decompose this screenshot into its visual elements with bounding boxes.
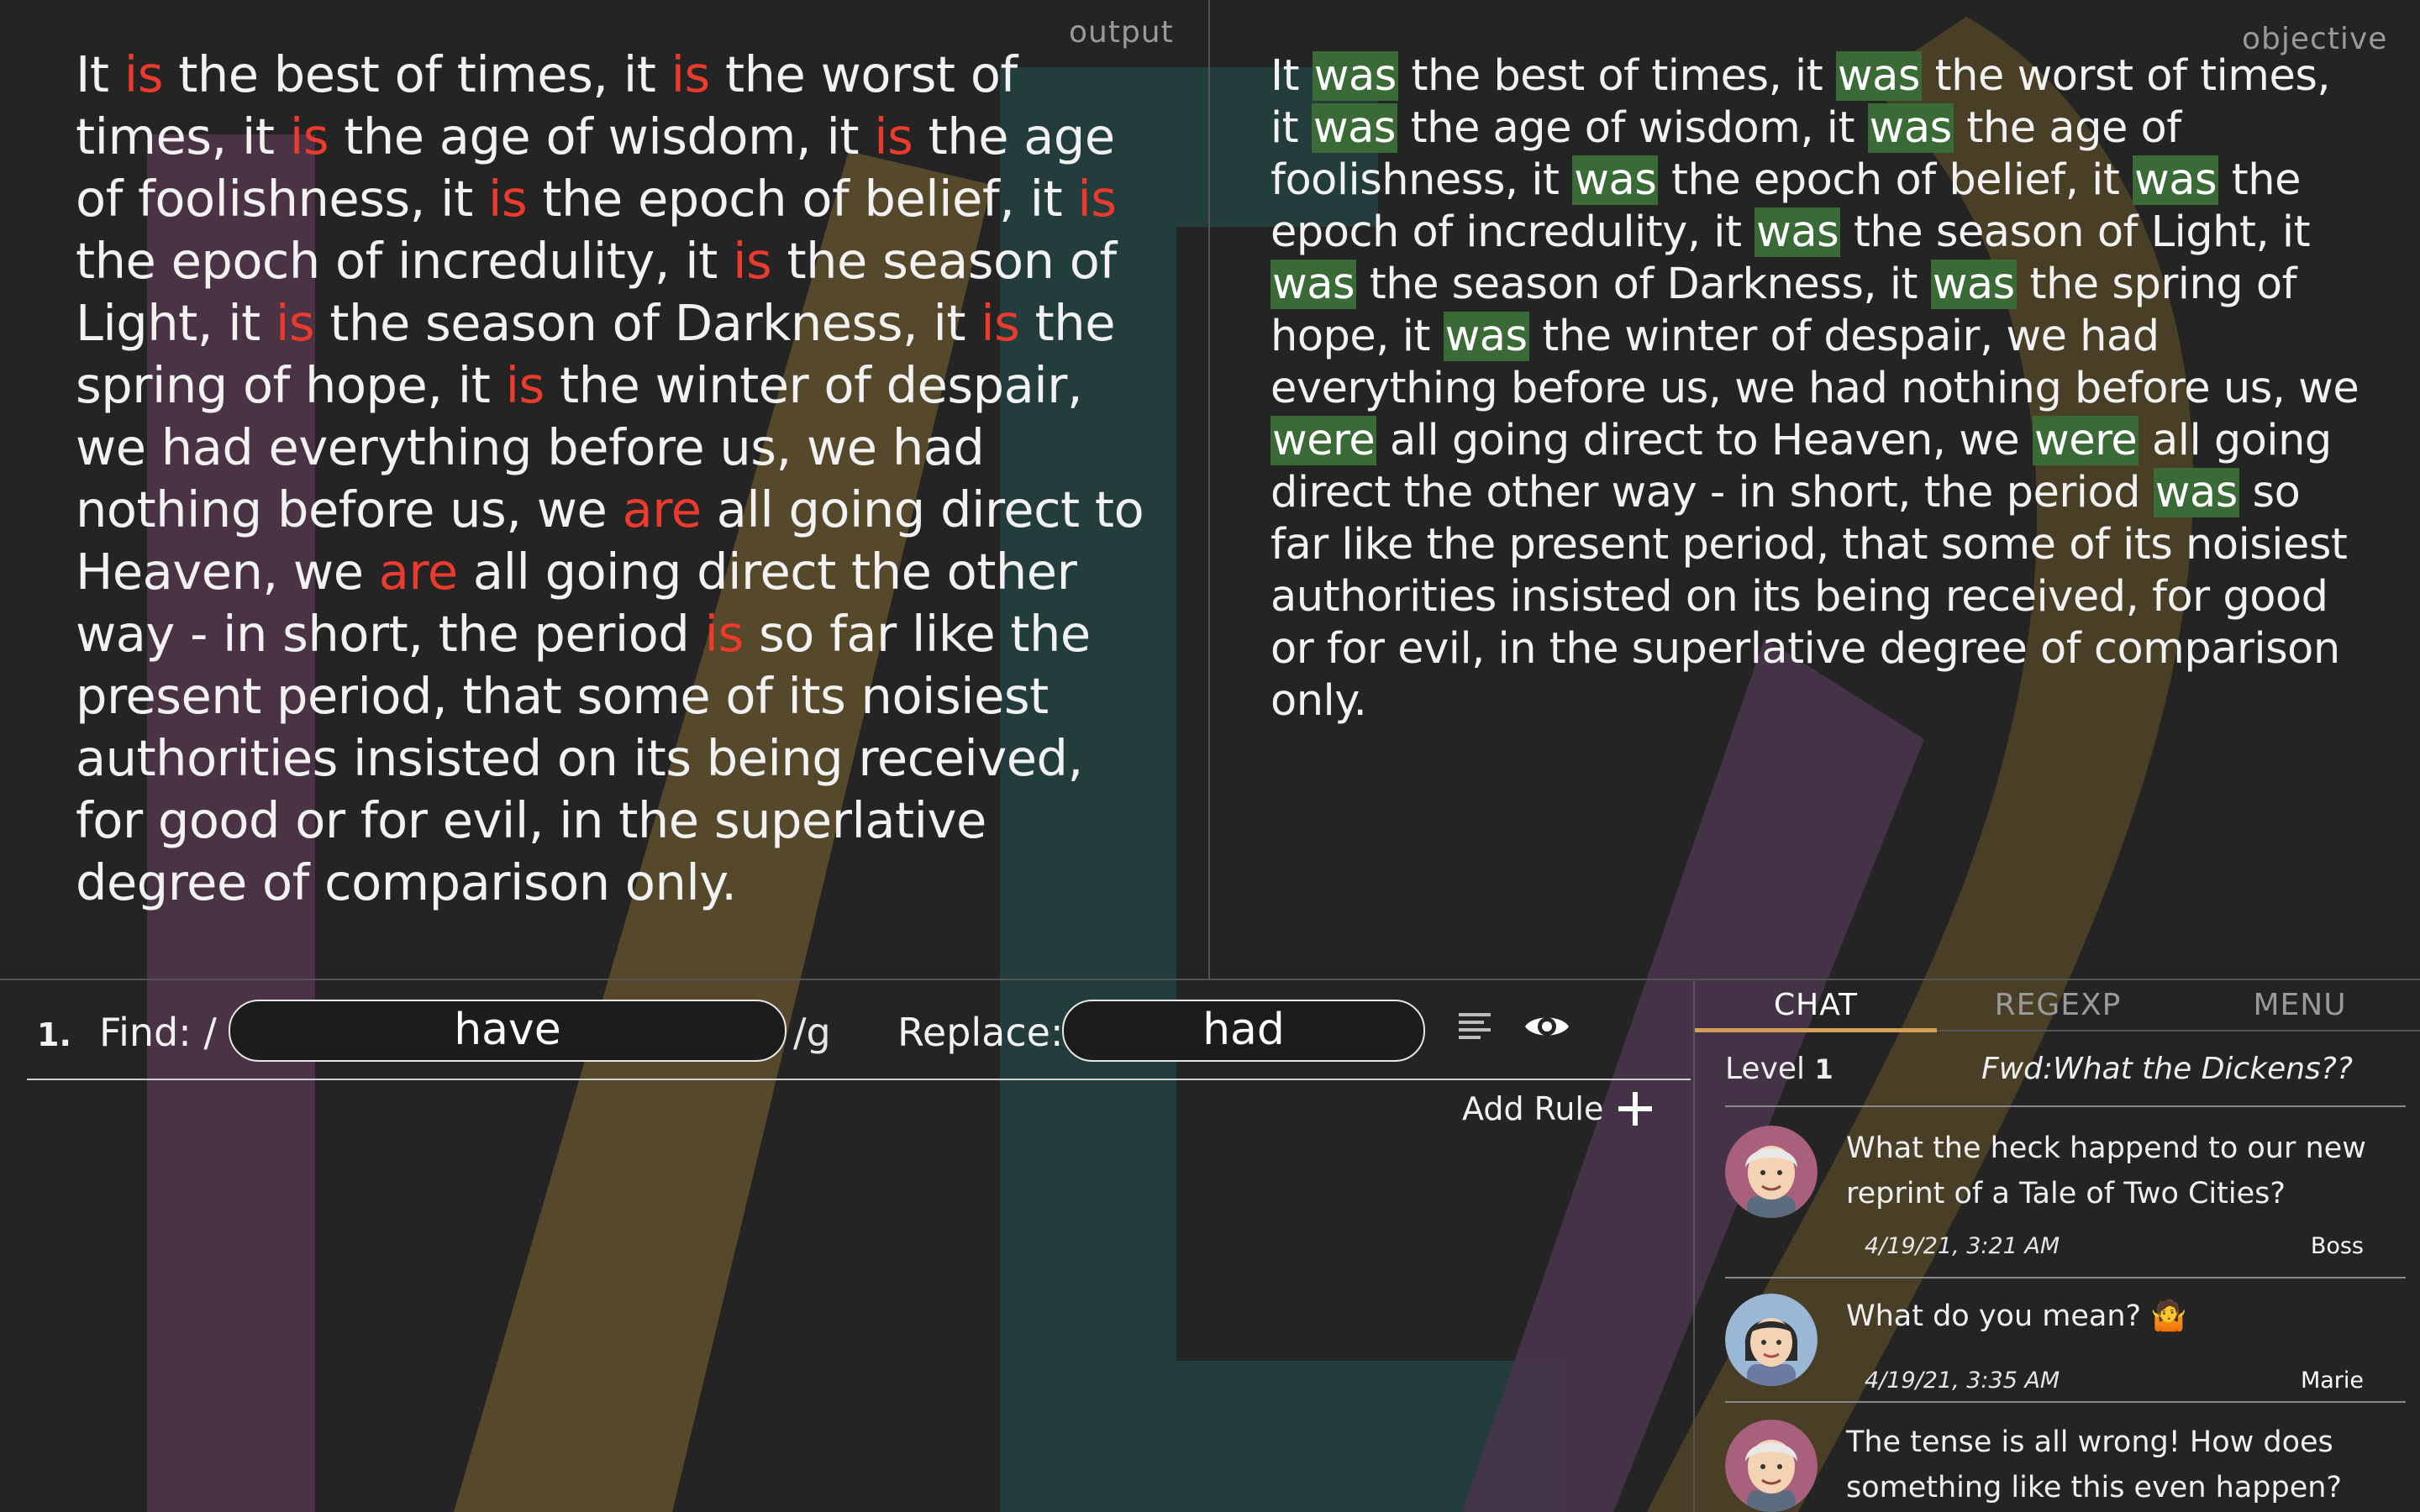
text-segment: the best of times, it — [1397, 51, 1836, 101]
text-segment: the epoch of belief, it — [1658, 155, 2133, 205]
highlighted-word: was — [1572, 155, 1659, 205]
highlighted-word: is — [704, 605, 744, 663]
chat-panel: CHAT REGEXP MENU Level 1 Fwd:What the Di… — [1693, 979, 2420, 1512]
text-segment: the age of wisdom, it — [1397, 103, 1868, 153]
message-author: Boss — [2310, 1233, 2364, 1259]
highlighted-word: are — [622, 480, 702, 538]
text-segment: the epoch of incredulity, it — [76, 232, 734, 290]
highlighted-word: is — [981, 294, 1020, 352]
highlighted-word: is — [1077, 170, 1117, 228]
text-segment: It — [1270, 51, 1313, 101]
eye-icon[interactable] — [1523, 1010, 1571, 1043]
highlighted-word: were — [2033, 416, 2139, 465]
find-input[interactable]: have — [229, 1000, 786, 1062]
chat-separator — [1725, 1277, 2406, 1278]
replace-input[interactable]: had — [1062, 1000, 1425, 1062]
message-text: What do you mean? 🤷 — [1846, 1299, 2187, 1333]
regex-flags: /g — [793, 1010, 831, 1055]
highlighted-word: is — [874, 108, 913, 165]
rule-number: 1. — [37, 1016, 71, 1053]
text-segment: the best of times, it — [162, 45, 671, 103]
text-segment: the season of Darkness, it — [1356, 260, 1931, 309]
avatar-boss — [1725, 1126, 1818, 1218]
message-timestamp: 4/19/21, 3:35 AM — [1865, 1368, 2060, 1394]
email-subject: Fwd:What the Dickens?? — [1981, 1052, 2353, 1086]
objective-text: It was the best of times, it was the wor… — [1270, 50, 2363, 727]
chat-separator — [1725, 1105, 2406, 1107]
avatar-marie — [1725, 1294, 1818, 1386]
message-text: The tense is all wrong! How does somethi… — [1846, 1425, 2342, 1504]
highlighted-word: is — [671, 45, 711, 103]
add-rule-button[interactable]: Add Rule — [1462, 1090, 1654, 1127]
plus-icon — [1618, 1092, 1653, 1126]
highlighted-word: were — [1270, 416, 1377, 465]
tab-chat[interactable]: CHAT — [1695, 988, 1937, 1022]
panel-divider — [1208, 0, 1210, 979]
highlighted-word: was — [2133, 155, 2219, 205]
highlighted-word: are — [378, 543, 458, 601]
align-left-icon[interactable] — [1457, 1010, 1492, 1045]
highlighted-word: is — [276, 294, 315, 352]
highlighted-word: is — [487, 170, 528, 228]
highlighted-word: was — [1443, 312, 1529, 361]
highlighted-word: is — [124, 45, 164, 103]
text-segment: the season of Darkness, it — [314, 294, 981, 352]
text-segment: the age of wisdom, it — [328, 108, 875, 165]
chat-separator — [1725, 1401, 2406, 1403]
chat-message: The tense is all wrong! How does somethi… — [1725, 1420, 2389, 1512]
level-indicator: Level 1 — [1725, 1052, 1833, 1086]
rule-row: 1. Find: / have /g Replace: had — [0, 991, 1693, 1075]
output-text: It is the best of times, it is the worst… — [76, 44, 1160, 914]
add-rule-label: Add Rule — [1462, 1090, 1604, 1127]
highlighted-word: was — [1867, 103, 1954, 153]
rule-underline — [27, 1079, 1691, 1080]
highlighted-word: was — [1930, 260, 2017, 309]
chat-message: What do you mean? 🤷 4/19/21, 3:35 AM Mar… — [1725, 1294, 2389, 1403]
chat-message: What the heck happend to our new reprint… — [1725, 1126, 2389, 1259]
level-number: 1 — [1814, 1053, 1833, 1085]
highlighted-word: is — [505, 356, 545, 414]
message-text: What the heck happend to our new reprint… — [1846, 1131, 2366, 1210]
message-timestamp: 4/19/21, 3:21 AM — [1865, 1233, 2060, 1259]
highlighted-word: is — [733, 232, 772, 290]
highlighted-word: was — [1270, 260, 1357, 309]
avatar-boss — [1725, 1420, 1818, 1512]
highlighted-word: is — [289, 108, 329, 165]
find-label: Find: / — [99, 1010, 217, 1055]
active-tab-indicator — [1695, 1028, 1937, 1032]
message-author: Marie — [2300, 1368, 2364, 1394]
tab-regexp[interactable]: REGEXP — [1937, 988, 2179, 1022]
text-segment: the epoch of belief, it — [527, 170, 1078, 228]
text-segment: It — [76, 45, 124, 103]
highlighted-word: was — [2153, 468, 2239, 517]
text-segment: all going direct to Heaven, we — [1376, 416, 2033, 465]
highlighted-word: was — [1312, 51, 1398, 101]
highlighted-word: was — [1835, 51, 1922, 101]
highlighted-word: was — [1311, 103, 1397, 153]
text-segment: the season of Light, it — [1840, 207, 2311, 257]
level-label: Level — [1725, 1052, 1806, 1086]
highlighted-word: was — [1754, 207, 1841, 257]
tab-menu[interactable]: MENU — [2179, 988, 2420, 1022]
replace-label: Replace: — [897, 1010, 1064, 1055]
